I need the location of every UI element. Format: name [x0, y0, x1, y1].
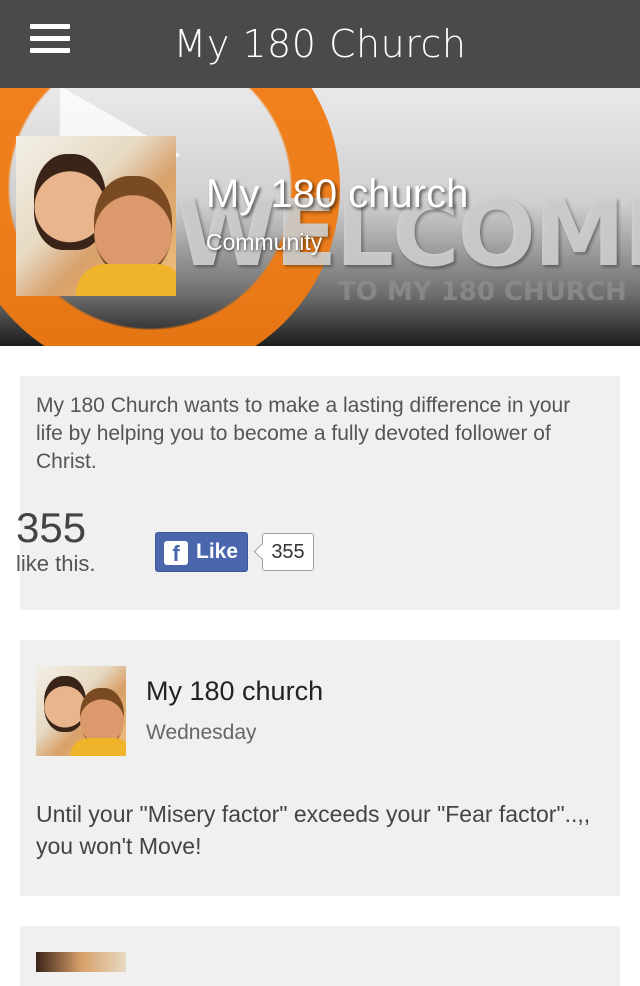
page-name: My 180 church	[206, 172, 469, 216]
profile-photo	[16, 136, 176, 296]
top-app-bar: My 180 Church	[0, 0, 640, 88]
facebook-like-button[interactable]: f Like	[155, 532, 248, 572]
welcome-background-subtext: TO MY 180 CHURCH	[338, 277, 627, 307]
post-text: Until your "Misery factor" exceeds your …	[36, 801, 591, 859]
facebook-f-icon: f	[164, 541, 188, 566]
profile-banner: WELCOME TO MY 180 CHURCH My 180 church C…	[0, 88, 640, 346]
page-category: Community	[206, 229, 323, 255]
post-author: My 180 church	[146, 676, 324, 706]
app-title: My 180 Church	[173, 22, 467, 66]
facebook-like-label: Like	[196, 540, 239, 563]
post-date: Wednesday	[146, 721, 257, 744]
like-suffix: like this.	[16, 551, 96, 576]
next-post-avatar	[36, 952, 126, 972]
about-card: My 180 Church wants to make a lasting di…	[20, 376, 620, 610]
facebook-like-count-bubble: 355	[262, 533, 314, 571]
about-description: My 180 Church wants to make a lasting di…	[36, 394, 571, 473]
post-avatar	[36, 666, 126, 756]
like-count: 355	[16, 504, 87, 551]
